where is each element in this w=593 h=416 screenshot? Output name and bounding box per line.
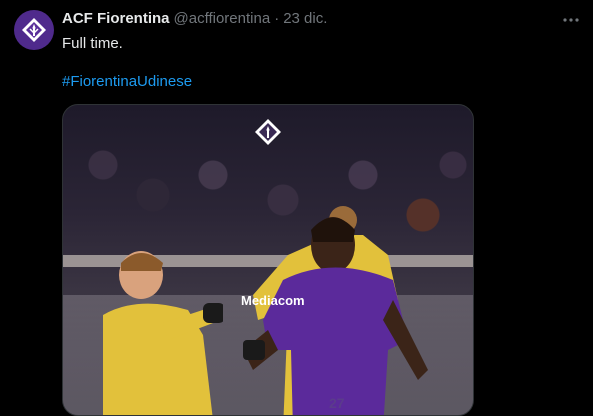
- tweet-date[interactable]: 23 dic.: [283, 10, 327, 27]
- fiorentina-logo-icon: [22, 18, 46, 42]
- shirt-number: 27: [329, 395, 345, 411]
- avatar[interactable]: [14, 10, 54, 50]
- more-horizontal-icon[interactable]: [562, 10, 580, 30]
- author-handle[interactable]: @acffiorentina: [174, 10, 271, 27]
- hashtag-link[interactable]: #FiorentinaUdinese: [62, 72, 192, 92]
- shirt-sponsor-text: Mediacom: [241, 293, 305, 308]
- author-name[interactable]: ACF Fiorentina: [62, 10, 170, 27]
- tweet-text: Full time.: [62, 35, 123, 52]
- fiorentina-logo-icon: [255, 119, 281, 145]
- tweet-header: ACF Fiorentina @acffiorentina · 23 dic.: [62, 10, 327, 27]
- tweet-media-image[interactable]: Mediacom 27: [62, 104, 474, 416]
- purple-player-illustration: [243, 206, 428, 415]
- separator-dot: ·: [274, 10, 280, 27]
